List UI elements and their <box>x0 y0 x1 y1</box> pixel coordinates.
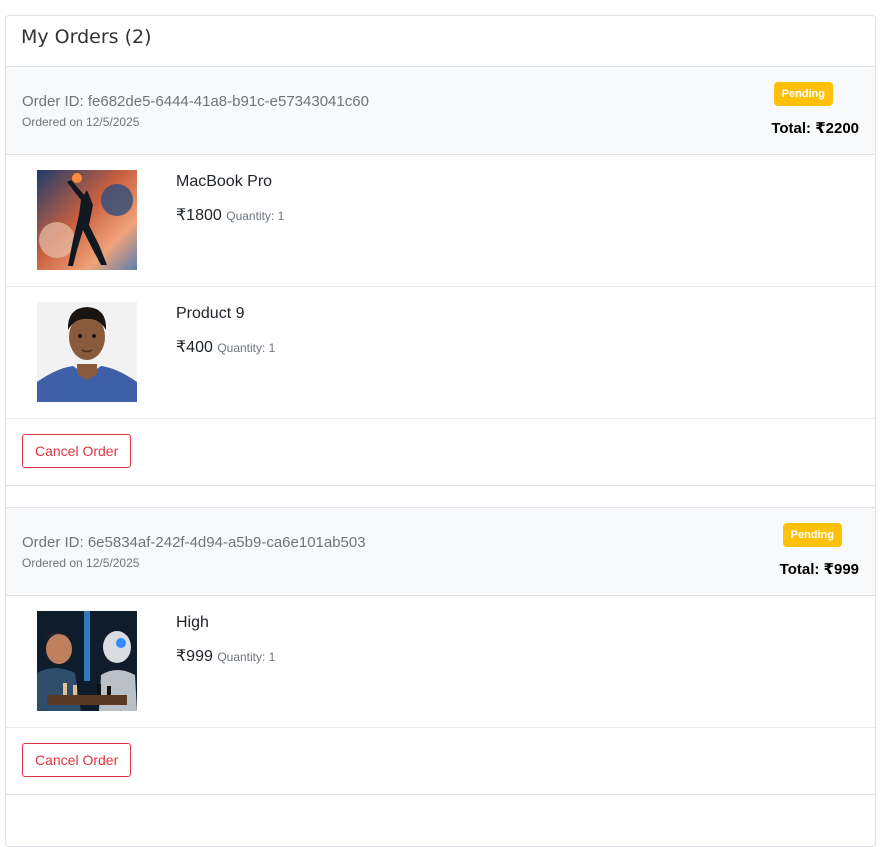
order-card: Order ID: fe682de5-6444-41a8-b91c-e57343… <box>6 66 875 486</box>
order-actions: Cancel Order <box>6 728 875 794</box>
status-badge: Pending <box>782 523 842 547</box>
product-name[interactable]: High <box>176 614 209 632</box>
status-badge: Pending <box>773 82 833 106</box>
order-header: Order ID: fe682de5-6444-41a8-b91c-e57343… <box>6 67 875 155</box>
order-card: Order ID: 6e5834af-242f-4d94-a5b9-ca6e10… <box>6 507 875 795</box>
product-price-row: ₹400 Quantity: 1 <box>176 337 275 357</box>
order-id: Order ID: fe682de5-6444-41a8-b91c-e57343… <box>22 93 369 110</box>
product-quantity: Quantity: 1 <box>217 650 276 664</box>
order-date: Ordered on 12/5/2025 <box>22 556 140 570</box>
order-total: Total: ₹999 <box>779 561 859 578</box>
order-actions: Cancel Order <box>6 419 875 485</box>
product-quantity: Quantity: 1 <box>217 341 276 355</box>
cancel-order-button[interactable]: Cancel Order <box>22 743 132 777</box>
page-title: My Orders (2) <box>21 26 152 48</box>
product-price-row: ₹999 Quantity: 1 <box>176 646 275 666</box>
product-price: ₹1800 <box>176 207 222 224</box>
product-name[interactable]: MacBook Pro <box>176 173 272 191</box>
order-item: MacBook Pro ₹1800 Quantity: 1 <box>6 155 875 287</box>
order-total: Total: ₹2200 <box>771 120 859 137</box>
product-price: ₹999 <box>176 648 213 665</box>
product-price: ₹400 <box>176 339 213 356</box>
product-price-row: ₹1800 Quantity: 1 <box>176 205 284 225</box>
cancel-order-button[interactable]: Cancel Order <box>22 434 132 468</box>
product-image[interactable] <box>37 170 137 270</box>
order-id: Order ID: 6e5834af-242f-4d94-a5b9-ca6e10… <box>22 534 366 551</box>
order-item: Product 9 ₹400 Quantity: 1 <box>6 287 875 419</box>
product-quantity: Quantity: 1 <box>226 209 285 223</box>
order-header: Order ID: 6e5834af-242f-4d94-a5b9-ca6e10… <box>6 508 875 596</box>
order-item: High ₹999 Quantity: 1 <box>6 596 875 728</box>
order-date: Ordered on 12/5/2025 <box>22 115 140 129</box>
product-name[interactable]: Product 9 <box>176 305 244 323</box>
product-image[interactable] <box>37 611 137 711</box>
orders-card: My Orders (2) Order ID: fe682de5-6444-41… <box>5 15 876 847</box>
product-image[interactable] <box>37 302 137 402</box>
